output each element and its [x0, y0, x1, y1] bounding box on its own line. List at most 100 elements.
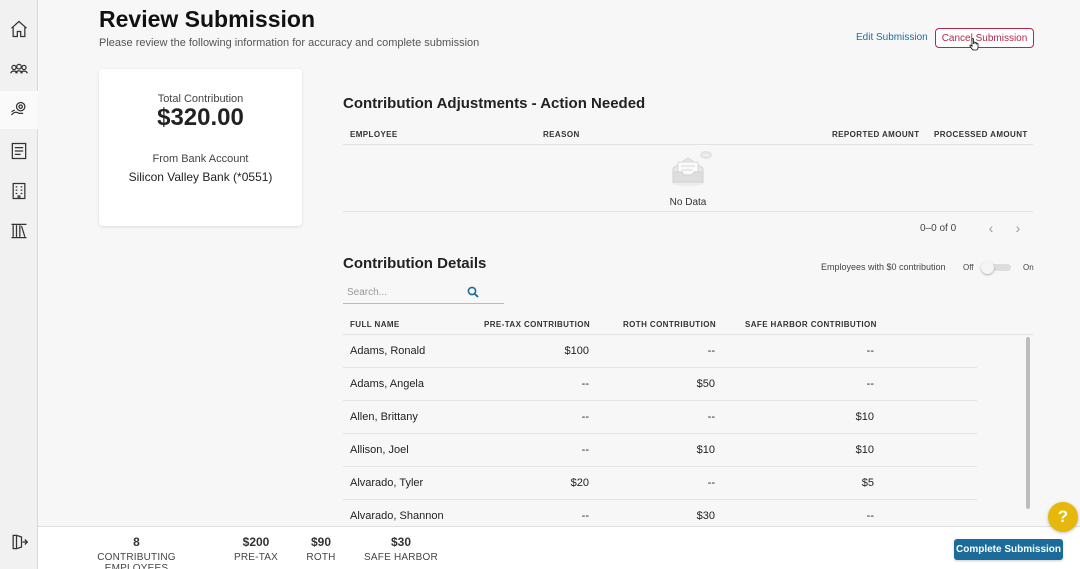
stat-value: $200: [242, 535, 270, 549]
cell-full-name: Allen, Brittany: [350, 411, 418, 423]
cell-roth: --: [707, 411, 715, 423]
previous-page-button[interactable]: ‹: [984, 220, 998, 236]
cell-safe-harbor: --: [866, 345, 874, 357]
cell-full-name: Alvarado, Shannon: [350, 510, 444, 522]
stat-label: SAFE HARBOR: [364, 552, 438, 563]
details-col-pretax: PRE-TAX CONTRIBUTION: [484, 320, 591, 329]
adjustments-col-reason: REASON: [543, 130, 580, 139]
table-row[interactable]: Alvarado, Shannon -- $30 --: [343, 500, 977, 525]
library-icon: [11, 223, 27, 239]
cell-roth: --: [707, 345, 715, 357]
document-list-icon: [11, 142, 27, 160]
sidebar: [0, 0, 38, 569]
sidebar-item-logout[interactable]: [0, 523, 38, 561]
cell-safe-harbor: --: [866, 510, 874, 522]
details-title: Contribution Details: [343, 255, 487, 272]
search-icon[interactable]: [467, 286, 479, 298]
sidebar-item-company[interactable]: [0, 172, 38, 210]
stat-value: $90: [310, 535, 332, 549]
stat-label: CONTRIBUTING EMPLOYEES: [97, 552, 176, 569]
cell-full-name: Alvarado, Tyler: [350, 477, 424, 489]
stat-safe-harbor: $30 SAFE HARBOR: [362, 535, 440, 563]
cell-full-name: Adams, Angela: [350, 378, 424, 390]
table-row[interactable]: Allison, Joel -- $10 $10: [343, 434, 977, 467]
divider: [343, 144, 1033, 145]
zero-contribution-toggle-label: Employees with $0 contribution: [821, 262, 946, 272]
empty-inbox-icon: [672, 151, 712, 186]
sidebar-item-contributions[interactable]: [0, 91, 38, 129]
table-scrollbar[interactable]: [1023, 335, 1033, 525]
adjustments-title: Contribution Adjustments - Action Needed: [343, 95, 646, 112]
edit-submission-link[interactable]: Edit Submission: [856, 32, 928, 43]
search-box: [343, 282, 504, 304]
question-mark-icon: ?: [1057, 507, 1069, 526]
hand-cursor-icon: [969, 38, 979, 51]
cell-pretax: --: [581, 510, 589, 522]
stat-pretax: $200 PRE-TAX: [230, 535, 282, 563]
adjustments-col-employee: EMPLOYEE: [350, 130, 398, 139]
total-contribution-amount: $320.00: [157, 104, 244, 131]
scrollbar-thumb[interactable]: [1026, 337, 1030, 509]
pagination-range: 0–0 of 0: [920, 223, 957, 234]
stat-roth: $90 ROTH: [302, 535, 340, 563]
toggle-on-label: On: [1023, 263, 1034, 272]
logout-icon: [12, 534, 29, 550]
toggle-knob: [981, 261, 994, 274]
table-row[interactable]: Adams, Angela -- $50 --: [343, 368, 977, 401]
search-input[interactable]: [347, 284, 467, 300]
details-col-safe-harbor: SAFE HARBOR CONTRIBUTION: [745, 320, 877, 329]
table-row[interactable]: Adams, Ronald $100 -- --: [343, 335, 977, 368]
table-row[interactable]: Allen, Brittany -- -- $10: [343, 401, 977, 434]
sidebar-item-documents[interactable]: [0, 132, 38, 170]
details-col-roth: ROTH CONTRIBUTION: [623, 320, 717, 329]
cell-roth: --: [707, 477, 715, 489]
help-button[interactable]: ?: [1048, 502, 1078, 532]
home-icon: [11, 20, 27, 38]
next-page-button[interactable]: ›: [1011, 220, 1025, 236]
cell-roth: $30: [696, 510, 715, 522]
cancel-submission-button[interactable]: Cancel Submission: [935, 28, 1034, 48]
table-row[interactable]: Alvarado, Tyler $20 -- $5: [343, 467, 977, 500]
cell-full-name: Adams, Ronald: [350, 345, 426, 357]
zero-contribution-toggle[interactable]: [981, 261, 1013, 274]
contribution-table-body: Adams, Ronald $100 -- -- Adams, Angela -…: [343, 335, 1023, 525]
stat-label: ROTH: [306, 552, 336, 563]
complete-submission-button[interactable]: Complete Submission: [954, 539, 1063, 560]
toggle-off-label: Off: [963, 263, 974, 272]
sidebar-item-people[interactable]: [0, 51, 38, 89]
stat-contributing-employees: 8 CONTRIBUTING EMPLOYEES: [68, 535, 205, 569]
hand-coin-icon: [11, 101, 26, 116]
cell-safe-harbor: $5: [861, 477, 874, 489]
cell-pretax: $20: [570, 477, 589, 489]
chevron-left-icon: ‹: [988, 220, 994, 236]
cell-pretax: --: [581, 411, 589, 423]
cell-pretax: --: [581, 378, 589, 390]
cell-safe-harbor: $10: [855, 444, 874, 456]
bank-account-value: Silicon Valley Bank (*0551): [128, 170, 273, 184]
bank-account-label: From Bank Account: [152, 153, 249, 165]
divider: [343, 211, 1033, 212]
cell-pretax: --: [581, 444, 589, 456]
sidebar-item-library[interactable]: [0, 212, 38, 250]
stat-value: 8: [133, 535, 140, 549]
people-icon: [10, 63, 28, 74]
page-title: Review Submission: [99, 6, 316, 32]
summary-footer: 8 CONTRIBUTING EMPLOYEES $200 PRE-TAX $9…: [38, 526, 1080, 569]
cell-full-name: Allison, Joel: [350, 444, 409, 456]
chevron-right-icon: ›: [1015, 220, 1021, 236]
building-icon: [12, 182, 26, 200]
cell-pretax: $100: [564, 345, 589, 357]
sidebar-item-home[interactable]: [0, 10, 38, 48]
page-subtitle: Please review the following information …: [99, 37, 480, 49]
details-col-name: FULL NAME: [350, 320, 400, 329]
stat-value: $30: [390, 535, 412, 549]
summary-card: Total Contribution $320.00 From Bank Acc…: [99, 69, 302, 226]
stat-label: PRE-TAX: [234, 552, 278, 563]
cell-safe-harbor: $10: [855, 411, 874, 423]
adjustments-col-reported: REPORTED AMOUNT: [832, 130, 920, 139]
cell-roth: $50: [696, 378, 715, 390]
adjustments-col-processed: PROCESSED AMOUNT: [934, 130, 1028, 139]
cell-roth: $10: [696, 444, 715, 456]
cell-safe-harbor: --: [866, 378, 874, 390]
no-data-text: No Data: [669, 197, 707, 208]
